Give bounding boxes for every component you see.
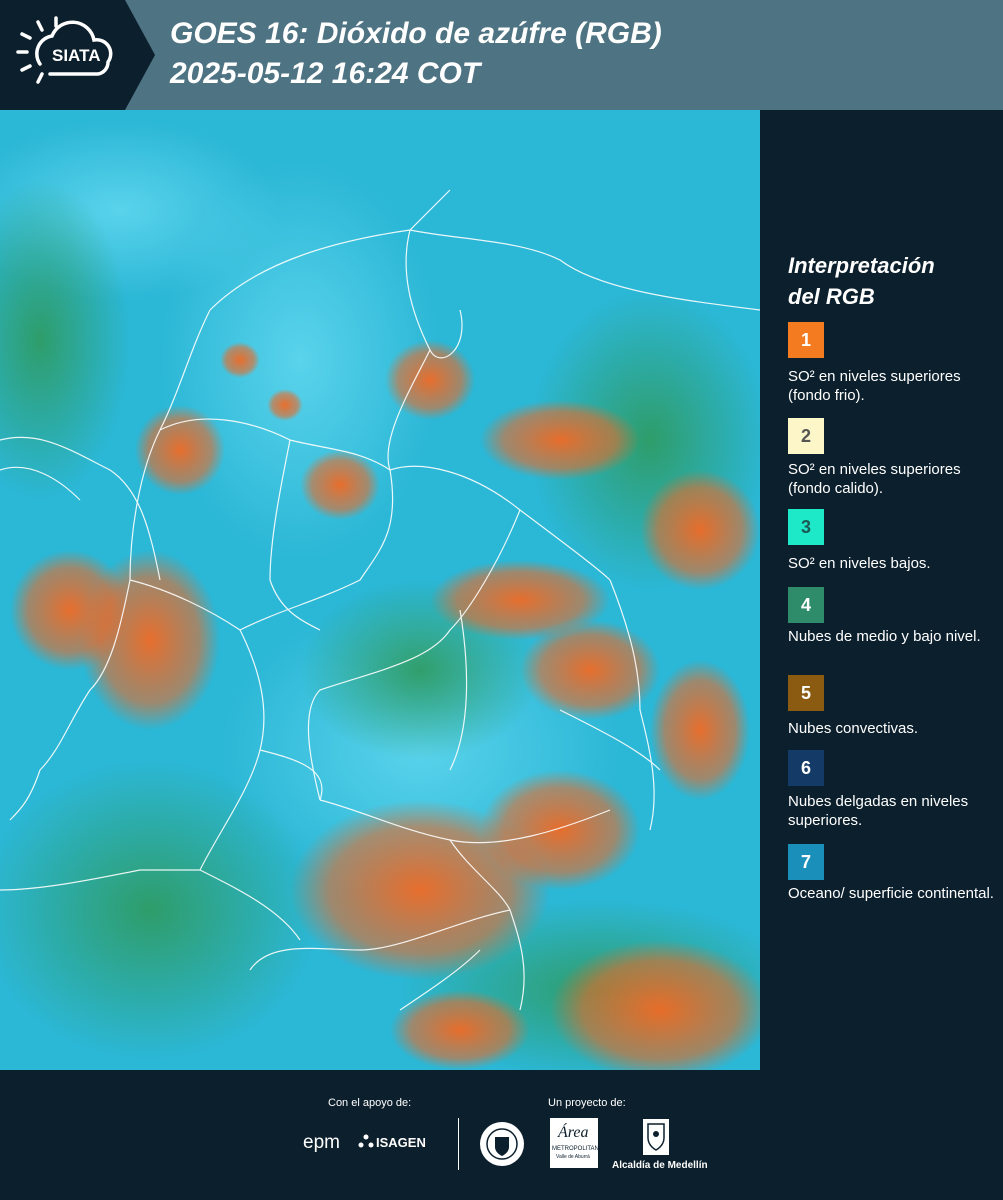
legend-number: 4: [800, 594, 811, 615]
isagen-logo: ISAGEN: [376, 1135, 426, 1150]
medellin-seal-icon: [478, 1120, 526, 1173]
header: SIATA GOES 16: Dióxido de azúfre (RGB) 2…: [0, 0, 1003, 110]
siata-logo: SIATA: [0, 0, 155, 110]
title-line-1: GOES 16: Dióxido de azúfre (RGB): [170, 17, 662, 50]
footer: Con el apoyo de: Un proyecto de: epm ISA…: [0, 1070, 1003, 1200]
legend-label-3: SO² en niveles bajos.: [788, 555, 931, 572]
area-logo-sub2: Valle de Aburrá: [556, 1154, 590, 1160]
legend-swatch-7: 7: [788, 844, 824, 880]
area-metropolitana-logo: Área METROPOLITANA Valle de Aburrá: [550, 1118, 603, 1168]
legend-label-6: Nubes delgadas en niveles superiores.: [788, 793, 969, 829]
footer-divider: [458, 1118, 459, 1170]
legend-number: 6: [800, 757, 811, 778]
title-line-2: 2025-05-12 16:24 COT: [170, 57, 481, 90]
support-label: Con el apoyo de:: [328, 1097, 412, 1109]
legend-swatch-5: 5: [788, 675, 824, 711]
project-label: Un proyecto de:: [548, 1097, 626, 1109]
legend-number: 2: [800, 425, 811, 446]
legend-swatch-3: 3: [788, 509, 824, 545]
logo-text: SIATA: [52, 46, 101, 65]
alcaldia-shield-icon: [642, 1118, 670, 1161]
legend-title-line-2: del RGB: [788, 284, 875, 309]
legend-title-line-1: Interpretación: [788, 253, 935, 278]
legend-swatch-1: 1: [788, 322, 824, 358]
legend-swatch-2: 2: [788, 418, 824, 454]
isagen-icon: [358, 1134, 374, 1155]
legend-panel: Interpretación del RGB 1 SO² en niveles …: [760, 110, 1003, 1070]
legend-number: 1: [800, 329, 811, 350]
page-title: GOES 16: Dióxido de azúfre (RGB) 2025-05…: [170, 14, 662, 94]
legend-label-5: Nubes convectivas.: [788, 720, 919, 737]
alcaldia-logo-text: Alcaldía de Medellín: [612, 1160, 708, 1171]
legend-label-1: SO² en niveles superiores (fondo frio).: [788, 368, 961, 404]
satellite-image-icon: [0, 110, 760, 1070]
legend-title: Interpretación del RGB: [788, 250, 935, 312]
legend-label-2: SO² en niveles superiores (fondo calido)…: [788, 461, 961, 497]
legend-number: 7: [800, 851, 811, 872]
legend-label-4: Nubes de medio y bajo nivel.: [788, 628, 981, 645]
legend-number: 5: [800, 682, 811, 703]
area-logo-sub: METROPOLITANA: [552, 1146, 603, 1152]
area-logo-text: Área: [558, 1124, 589, 1141]
legend-swatch-6: 6: [788, 750, 824, 786]
legend-swatch-4: 4: [788, 587, 824, 623]
legend-number: 3: [800, 516, 811, 537]
legend-label-7: Oceano/ superficie continental.: [788, 885, 994, 902]
epm-logo: epm: [303, 1132, 340, 1153]
satellite-map[interactable]: [0, 110, 760, 1070]
